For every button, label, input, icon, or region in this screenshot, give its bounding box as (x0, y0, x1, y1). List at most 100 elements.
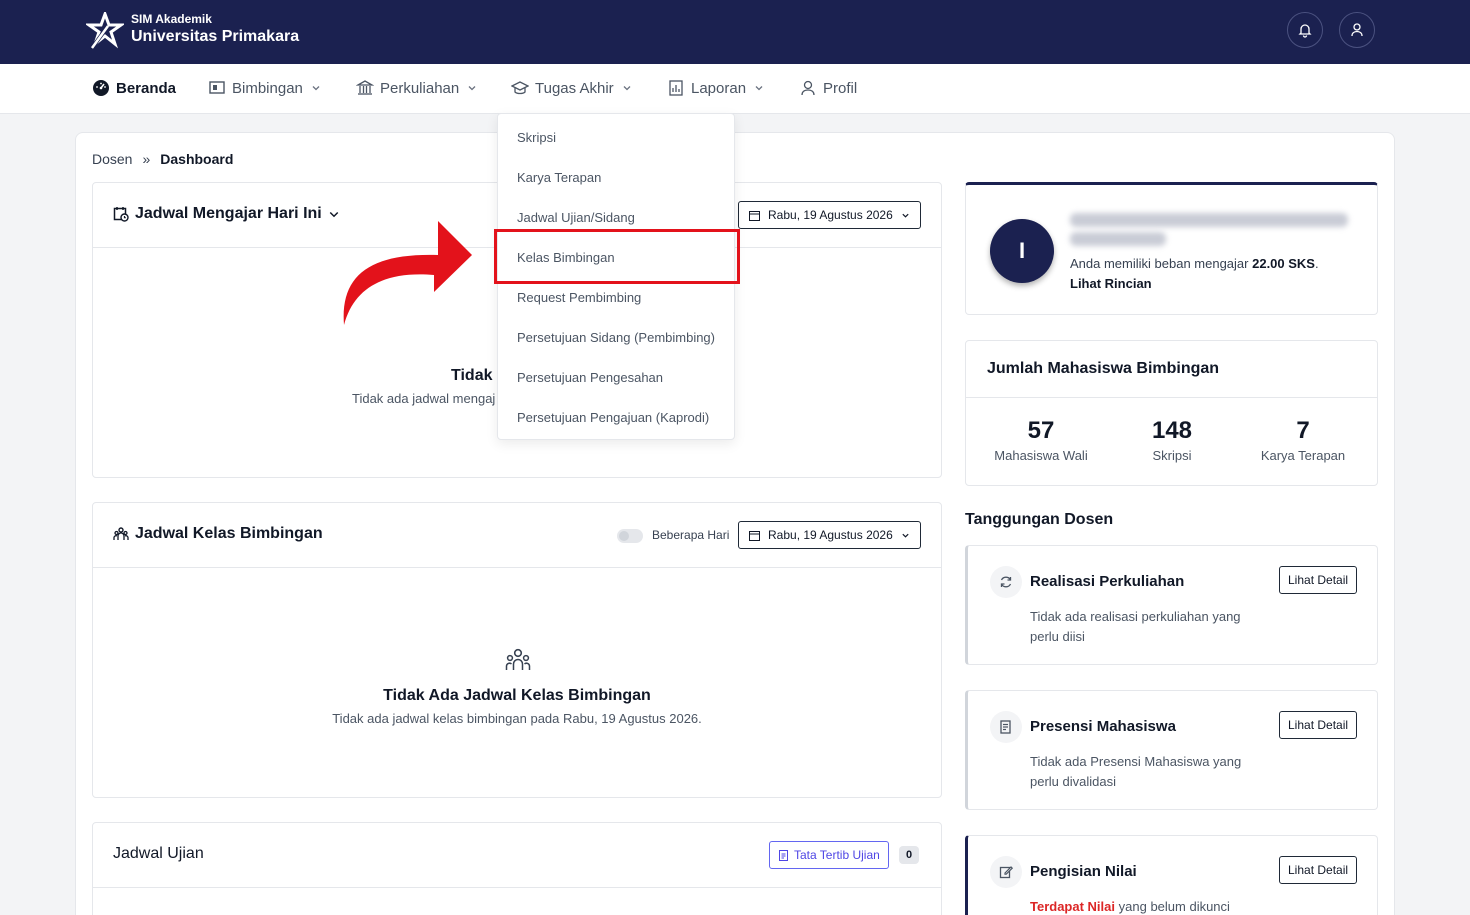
chevron-down-icon (468, 86, 476, 91)
brand-title[interactable]: Universitas Primakara (131, 28, 299, 46)
date-picker-kelas[interactable]: Rabu, 19 Agustus 2026 (738, 521, 921, 549)
chevron-down-icon (623, 86, 631, 91)
tata-tertib-button[interactable]: Tata Tertib Ujian (769, 841, 889, 869)
refresh-icon (1000, 576, 1012, 588)
task-title: Presensi Mahasiswa (1030, 718, 1176, 735)
tata-tertib-label: Tata Tertib Ujian (794, 848, 880, 862)
bell-icon (1298, 24, 1312, 38)
dropdown-item-skripsi[interactable]: Skripsi (517, 130, 556, 145)
board-icon (209, 81, 225, 94)
chevron-down-icon (312, 86, 320, 91)
institution-icon (356, 80, 374, 95)
sks-value: 22.00 SKS (1252, 256, 1315, 271)
empty-state-subtitle: Tidak ada jadwal kelas bimbingan pada Ra… (332, 711, 702, 726)
task-card-realisasi: Realisasi Perkuliahan Tidak ada realisas… (965, 545, 1378, 665)
stat-value-karya: 7 (1296, 417, 1310, 444)
task-description: Tidak ada realisasi perkuliahan yang per… (1030, 609, 1241, 644)
stat-value-wali: 57 (1027, 417, 1055, 444)
logo-icon[interactable] (86, 12, 124, 50)
dashboard-icon (93, 80, 109, 96)
ujian-count-badge: 0 (899, 846, 919, 864)
dropdown-item-jadwal-ujian[interactable]: Jadwal Ujian/Sidang (517, 210, 635, 225)
task-description-highlight[interactable]: Terdapat Nilai (1030, 899, 1115, 914)
breadcrumb-current: Dashboard (160, 151, 234, 167)
task-icon-wrapper (990, 711, 1022, 743)
brand-subtitle: SIM Akademik (131, 12, 212, 26)
breadcrumb-separator: » (142, 151, 151, 167)
jadwal-ujian-title: Jadwal Ujian (113, 845, 204, 862)
user-icon (1351, 23, 1363, 37)
nav-profil[interactable]: Profil (799, 79, 857, 97)
nav-perkuliahan-label: Perkuliahan (380, 79, 460, 97)
chevron-down-icon (755, 86, 763, 91)
nav-profil-label: Profil (823, 79, 858, 97)
toggle-label: Beberapa Hari (652, 528, 730, 542)
nav-beranda[interactable]: Beranda (92, 79, 176, 97)
mahasiswa-bimbingan-card: Jumlah Mahasiswa Bimbingan 57 Mahasiswa … (965, 340, 1378, 486)
dropdown-item-persetujuan-pengajuan[interactable]: Persetujuan Pengajuan (Kaprodi) (517, 410, 709, 425)
nav-tugas-akhir-label: Tugas Akhir (535, 79, 614, 97)
calendar-clock-icon (113, 207, 129, 222)
jadwal-mengajar-title[interactable]: Jadwal Mengajar Hari Ini (113, 205, 340, 223)
jadwal-mengajar-label: Jadwal Mengajar Hari Ini (135, 205, 322, 222)
dropdown-item-persetujuan-pengesahan[interactable]: Persetujuan Pengesahan (517, 370, 663, 385)
notification-button[interactable] (1287, 12, 1323, 48)
nav-laporan-label: Laporan (691, 79, 747, 97)
highlight-annotation (494, 229, 740, 284)
date-value: Rabu, 19 Agustus 2026 (768, 208, 893, 222)
document-icon (1000, 720, 1011, 734)
sks-prefix: Anda memiliki beban mengajar (1070, 256, 1249, 271)
nav-laporan[interactable]: Laporan (667, 79, 764, 97)
nav-bimbingan-label: Bimbingan (232, 79, 303, 97)
chevron-down-icon (902, 213, 909, 218)
calendar-icon (749, 210, 760, 221)
empty-state-title: Tidak Ada Jadwal Kelas Bimbingan (383, 687, 651, 704)
nav-perkuliahan[interactable]: Perkuliahan (356, 79, 477, 97)
task-description: Terdapat Nilai yang belum dikunci (1030, 897, 1260, 915)
edit-icon (999, 866, 1013, 879)
stat-label-wali: Mahasiswa Wali (994, 448, 1088, 463)
dropdown-item-persetujuan-sidang[interactable]: Persetujuan Sidang (Pembimbing) (517, 330, 715, 345)
lihat-detail-button[interactable]: Lihat Detail (1279, 566, 1358, 594)
dropdown-item-request-pembimbing[interactable]: Request Pembimbing (517, 290, 641, 305)
task-title: Realisasi Perkuliahan (1030, 573, 1185, 590)
lihat-detail-button[interactable]: Lihat Detail (1279, 711, 1358, 739)
nav-beranda-label: Beranda (116, 79, 177, 97)
group-icon (113, 527, 129, 540)
stat-label-skripsi: Skripsi (1152, 448, 1192, 463)
stat-title: Jumlah Mahasiswa Bimbingan (987, 360, 1220, 377)
top-bar: SIM Akademik Universitas Primakara (0, 0, 1470, 64)
date-value: Rabu, 19 Agustus 2026 (768, 528, 893, 542)
beberapa-hari-toggle[interactable] (617, 529, 643, 543)
breadcrumb: Dosen » Dashboard (92, 151, 233, 167)
breadcrumb-parent[interactable]: Dosen (92, 151, 132, 167)
profile-card: I Anda memiliki beban mengajar 22.00 SKS… (965, 182, 1378, 315)
tanggungan-title: Tanggungan Dosen (965, 511, 1114, 528)
user-menu-button[interactable] (1339, 12, 1375, 48)
graduation-cap-icon (511, 81, 529, 95)
document-icon (779, 849, 788, 861)
task-icon-wrapper (990, 566, 1022, 598)
task-description: Tidak ada Presensi Mahasiswa yang perlu … (1030, 754, 1242, 789)
user-icon (801, 80, 815, 96)
nav-tugas-akhir[interactable]: Tugas Akhir (511, 79, 632, 97)
task-title: Pengisian Nilai (1030, 863, 1137, 880)
chevron-down-icon (329, 211, 339, 218)
group-icon (505, 648, 531, 670)
stat-value-skripsi: 148 (1151, 417, 1193, 444)
jadwal-kelas-title: Jadwal Kelas Bimbingan (113, 525, 323, 543)
main-nav: Beranda Bimbingan Perkuliahan Tugas Akhi… (0, 64, 1470, 114)
lihat-rincian-link[interactable]: Lihat Rincian (1070, 276, 1152, 291)
stat-label-karya: Karya Terapan (1260, 448, 1346, 463)
task-card-presensi: Presensi Mahasiswa Tidak ada Presensi Ma… (965, 690, 1378, 810)
date-picker-mengajar[interactable]: Rabu, 19 Agustus 2026 (738, 201, 921, 229)
stat-header: Jumlah Mahasiswa Bimbingan (966, 341, 1377, 398)
task-description-rest: yang belum dikunci (1118, 899, 1230, 914)
nav-bimbingan[interactable]: Bimbingan (208, 79, 321, 97)
chevron-down-icon (902, 533, 909, 538)
blurred-lecturer-name (1070, 211, 1350, 247)
dropdown-item-karya-terapan[interactable]: Karya Terapan (517, 170, 601, 185)
lihat-detail-button[interactable]: Lihat Detail (1279, 856, 1358, 884)
red-arrow-annotation (343, 221, 472, 325)
calendar-icon (749, 530, 760, 541)
